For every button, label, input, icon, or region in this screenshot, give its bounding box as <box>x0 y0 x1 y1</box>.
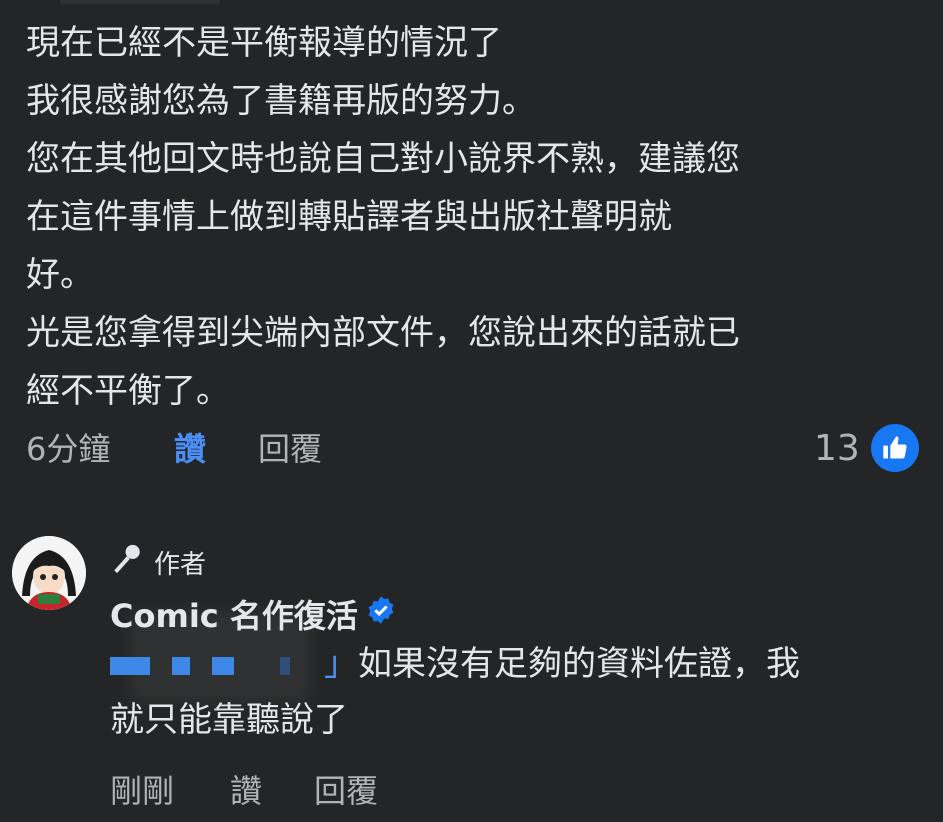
comment-line: 光是您拿得到尖端內部文件，您說出來的話就已 <box>26 313 740 353</box>
comment-line: 我很感謝您為了書籍再版的努力。 <box>26 81 536 121</box>
reply-actions: 剛剛 讚 回覆 <box>110 766 710 816</box>
redacted-mention[interactable] <box>110 655 320 677</box>
author-badge-label: 作者 <box>154 549 207 580</box>
reaction-count[interactable]: 13 <box>814 424 860 474</box>
reply-line-1: 如果沒有足夠的資料佐證，我 <box>358 644 800 684</box>
comment-line: 經不平衡了。 <box>26 371 230 411</box>
reply-timestamp[interactable]: 剛剛 <box>110 766 174 816</box>
comment-line: 好。 <box>26 255 94 295</box>
reply-text: 」如果沒有足夠的資料佐證，我 就只能靠聽說了 <box>110 636 910 748</box>
microphone-icon <box>110 542 144 583</box>
reply-button[interactable]: 回覆 <box>258 424 322 474</box>
comment-thread: 現在已經不是平衡報導的情況了 我很感謝您為了書籍再版的努力。 您在其他回文時也說… <box>0 0 943 822</box>
like-button[interactable]: 讚 <box>174 424 206 474</box>
reply-line-2: 就只能靠聽說了 <box>110 700 348 740</box>
like-button[interactable]: 讚 <box>230 766 262 816</box>
comment-line: 在這件事情上做到轉貼譯者與出版社聲明就 <box>26 197 672 237</box>
author-badge: 作者 <box>110 540 206 584</box>
reply-button[interactable]: 回覆 <box>314 766 378 816</box>
previous-author-cutoff <box>60 0 220 4</box>
comment-text: 現在已經不是平衡報導的情況了 我很感謝您為了書籍再版的努力。 您在其他回文時也說… <box>26 14 916 420</box>
comment-actions: 6分鐘 讚 回覆 13 <box>26 424 926 474</box>
comment-line: 您在其他回文時也說自己對小說界不熟，建議您 <box>26 139 740 179</box>
comment-line: 現在已經不是平衡報導的情況了 <box>26 23 502 63</box>
comment-timestamp[interactable]: 6分鐘 <box>26 424 110 474</box>
reply-line: 」如果沒有足夠的資料佐證，我 <box>110 636 910 692</box>
mention-tail[interactable]: 」 <box>324 644 358 684</box>
thumbs-up-icon[interactable] <box>871 424 919 472</box>
avatar[interactable] <box>12 536 86 610</box>
verified-badge-icon <box>366 595 396 633</box>
